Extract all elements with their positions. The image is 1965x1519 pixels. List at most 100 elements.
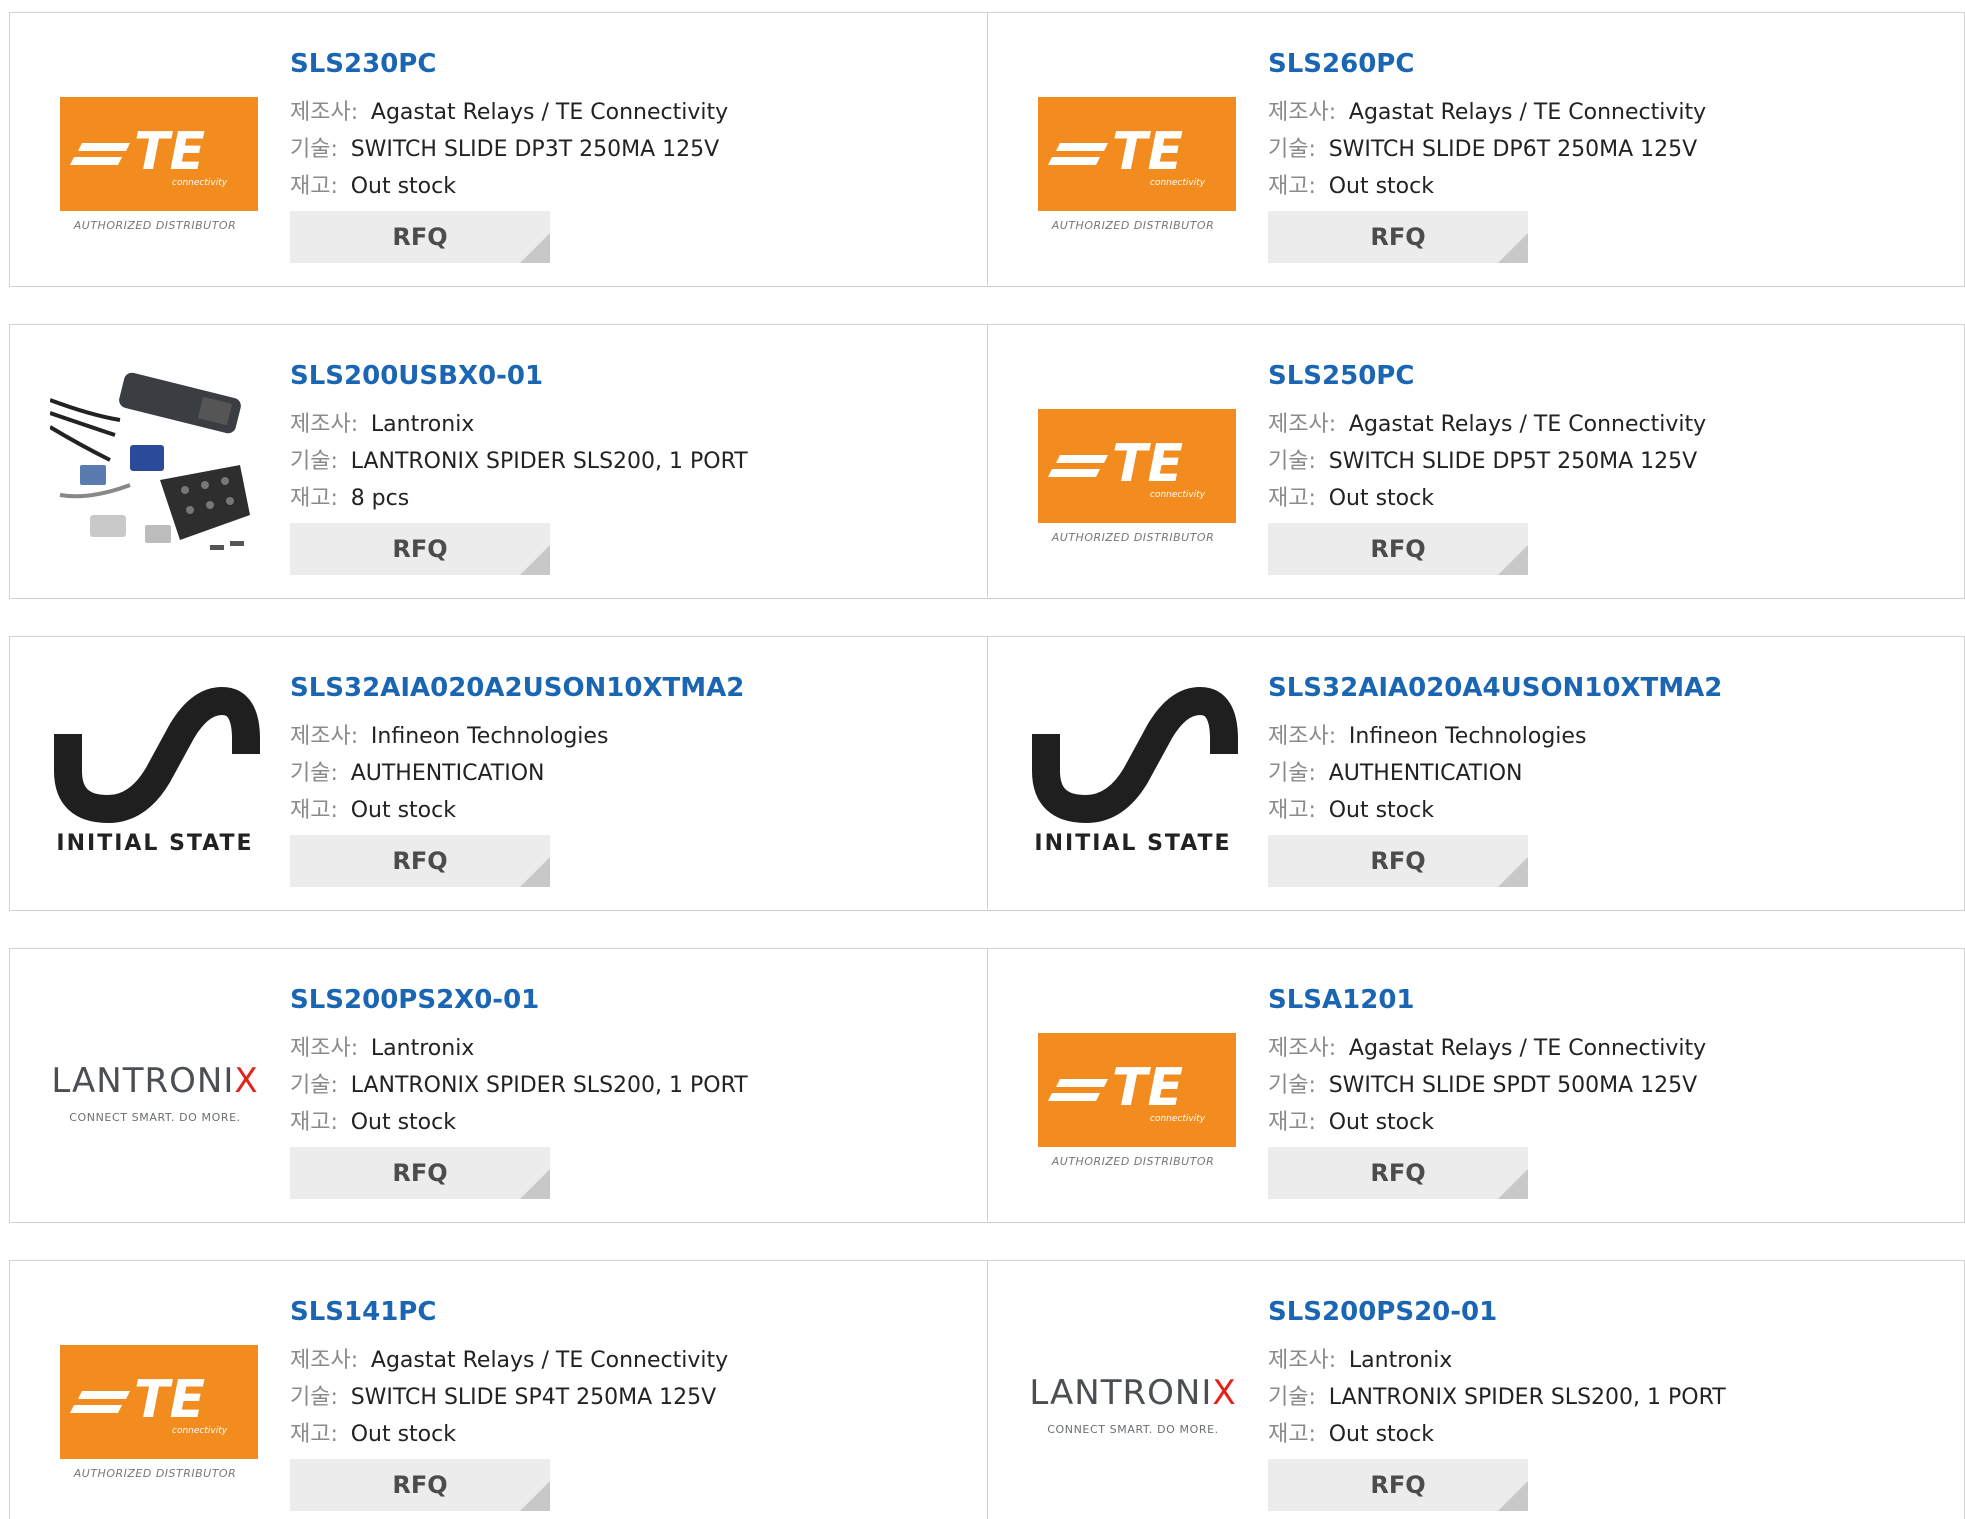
stock-row: 재고: Out stock: [290, 791, 950, 828]
stock-value: Out stock: [350, 1422, 456, 1447]
svg-text:connectivity: connectivity: [1150, 178, 1206, 188]
part-number-link[interactable]: SLS200PS2X0-01: [290, 983, 950, 1017]
rfq-label: RFQ: [1370, 847, 1426, 875]
product-card: SLS200USBX0-01 제조사: Lantronix 기술: LANTRONI…: [10, 325, 987, 598]
product-info: SLS32AIA020A4USON10XTMA2 제조사: Infineon Te…: [1268, 671, 1928, 887]
corner-triangle-icon: [520, 1481, 550, 1511]
product-row: TE connectivity AUTHORIZED DISTRIBUTOR SLS1…: [9, 1260, 1965, 1519]
description-label: 기술:: [1268, 137, 1316, 162]
stock-label: 재고:: [290, 1110, 338, 1135]
corner-triangle-icon: [1498, 857, 1528, 887]
product-info: SLS230PC 제조사: Agastat Relays / TE Connect…: [290, 47, 950, 263]
rfq-button[interactable]: RFQ: [1268, 1147, 1528, 1199]
svg-text:connectivity: connectivity: [172, 178, 228, 188]
part-number-link[interactable]: SLS200USBX0-01: [290, 359, 950, 393]
part-number-link[interactable]: SLS230PC: [290, 47, 950, 81]
manufacturer-value: Agastat Relays / TE Connectivity: [370, 100, 729, 125]
manufacturer-label: 제조사:: [290, 100, 359, 125]
description-row: 기술: SWITCH SLIDE DP6T 250MA 125V: [1268, 130, 1928, 167]
stock-value: 8 pcs: [350, 486, 410, 511]
manufacturer-value: Agastat Relays / TE Connectivity: [1348, 412, 1707, 437]
product-info: SLS200PS2X0-01 제조사: Lantronix 기술: LANTRONI…: [290, 983, 950, 1199]
description-row: 기술: AUTHENTICATION: [290, 754, 950, 791]
lantronix-word: LANTRONI: [51, 1061, 235, 1101]
svg-text:TE: TE: [1112, 1058, 1183, 1118]
product-card: INITIAL STATE SLS32AIA020A2USON10XTMA2 제조사…: [10, 637, 987, 910]
stock-label: 재고:: [1268, 1110, 1316, 1135]
part-number-link[interactable]: SLSA1201: [1268, 983, 1928, 1017]
svg-text:TE: TE: [1112, 122, 1183, 182]
description-row: 기술: LANTRONIX SPIDER SLS200, 1 PORT: [290, 442, 950, 479]
stock-value: Out stock: [350, 1110, 456, 1135]
description-value: SWITCH SLIDE DP3T 250MA 125V: [350, 137, 720, 162]
stock-row: 재고: Out stock: [1268, 1415, 1928, 1452]
description-row: 기술: LANTRONIX SPIDER SLS200, 1 PORT: [1268, 1378, 1928, 1415]
svg-text:TE: TE: [134, 122, 205, 182]
part-number-link[interactable]: SLS141PC: [290, 1295, 950, 1329]
te-logo-graphic: TEconnectivity: [60, 1345, 258, 1459]
te-logo-graphic: TEconnectivity: [60, 97, 258, 211]
part-number-link[interactable]: SLS200PS20-01: [1268, 1295, 1928, 1329]
stock-row: 재고: Out stock: [290, 1415, 950, 1452]
initial-state-caption: INITIAL STATE: [56, 831, 254, 856]
manufacturer-logo: LANTRONIX CONNECT SMART. DO MORE.: [1028, 1295, 1235, 1505]
stock-row: 재고: Out stock: [290, 1103, 950, 1140]
part-number-link[interactable]: SLS250PC: [1268, 359, 1928, 393]
rfq-label: RFQ: [392, 1471, 448, 1499]
rfq-label: RFQ: [392, 223, 448, 251]
description-row: 기술: LANTRONIX SPIDER SLS200, 1 PORT: [290, 1066, 950, 1103]
manufacturer-logo: TE connectivity AUTHORIZED DISTRIBUTOR: [1028, 47, 1236, 257]
product-info: SLS141PC 제조사: Agastat Relays / TE Connect…: [290, 1295, 950, 1511]
product-info: SLS250PC 제조사: Agastat Relays / TE Connect…: [1268, 359, 1928, 575]
rfq-button[interactable]: RFQ: [1268, 1459, 1528, 1511]
corner-triangle-icon: [1498, 233, 1528, 263]
manufacturer-logo: INITIAL STATE: [50, 671, 260, 881]
product-row: LANTRONIX CONNECT SMART. DO MORE. SLS200PS…: [9, 948, 1965, 1223]
description-value: LANTRONIX SPIDER SLS200, 1 PORT: [350, 449, 748, 474]
description-row: 기술: SWITCH SLIDE DP3T 250MA 125V: [290, 130, 950, 167]
product-info: SLS200PS20-01 제조사: Lantronix 기술: LANTRONIX…: [1268, 1295, 1928, 1511]
rfq-button[interactable]: RFQ: [1268, 523, 1528, 575]
product-photo-icon: [50, 372, 250, 550]
rfq-button[interactable]: RFQ: [290, 211, 550, 263]
description-value: AUTHENTICATION: [1328, 761, 1523, 786]
manufacturer-row: 제조사: Agastat Relays / TE Connectivity: [290, 1341, 950, 1378]
manufacturer-label: 제조사:: [290, 412, 359, 437]
rfq-button[interactable]: RFQ: [290, 523, 550, 575]
stock-label: 재고:: [1268, 798, 1316, 823]
rfq-button[interactable]: RFQ: [290, 1459, 550, 1511]
description-label: 기술:: [1268, 1073, 1316, 1098]
rfq-button[interactable]: RFQ: [1268, 835, 1528, 887]
stock-row: 재고: Out stock: [1268, 167, 1928, 204]
rfq-button[interactable]: RFQ: [290, 1147, 550, 1199]
part-number-link[interactable]: SLS260PC: [1268, 47, 1928, 81]
initial-state-wave-icon: [1032, 686, 1238, 824]
product-row: INITIAL STATE SLS32AIA020A2USON10XTMA2 제조사…: [9, 636, 1965, 911]
manufacturer-row: 제조사: Agastat Relays / TE Connectivity: [1268, 93, 1928, 130]
rfq-button[interactable]: RFQ: [290, 835, 550, 887]
svg-text:TE: TE: [134, 1370, 205, 1430]
manufacturer-label: 제조사:: [1268, 100, 1337, 125]
manufacturer-value: Agastat Relays / TE Connectivity: [370, 1348, 729, 1373]
lantronix-tagline: CONNECT SMART. DO MORE.: [1047, 1423, 1219, 1436]
stock-row: 재고: Out stock: [290, 167, 950, 204]
stock-value: Out stock: [1328, 798, 1434, 823]
description-value: SWITCH SLIDE SP4T 250MA 125V: [350, 1385, 717, 1410]
stock-label: 재고:: [1268, 1422, 1316, 1447]
rfq-button[interactable]: RFQ: [1268, 211, 1528, 263]
initial-state-caption: INITIAL STATE: [1034, 831, 1232, 856]
corner-triangle-icon: [520, 857, 550, 887]
lantronix-x: X: [1212, 1373, 1237, 1413]
description-value: AUTHENTICATION: [350, 761, 545, 786]
description-value: SWITCH SLIDE DP5T 250MA 125V: [1328, 449, 1698, 474]
manufacturer-label: 제조사:: [1268, 724, 1337, 749]
stock-label: 재고:: [290, 486, 338, 511]
corner-triangle-icon: [1498, 1169, 1528, 1199]
part-number-link[interactable]: SLS32AIA020A4USON10XTMA2: [1268, 671, 1928, 705]
stock-label: 재고:: [290, 174, 338, 199]
authorized-distributor-caption: AUTHORIZED DISTRIBUTOR: [73, 219, 237, 232]
product-card: LANTRONIX CONNECT SMART. DO MORE. SLS200PS…: [988, 1261, 1965, 1519]
product-info: SLS200USBX0-01 제조사: Lantronix 기술: LANTRONI…: [290, 359, 950, 575]
corner-triangle-icon: [520, 233, 550, 263]
part-number-link[interactable]: SLS32AIA020A2USON10XTMA2: [290, 671, 950, 705]
